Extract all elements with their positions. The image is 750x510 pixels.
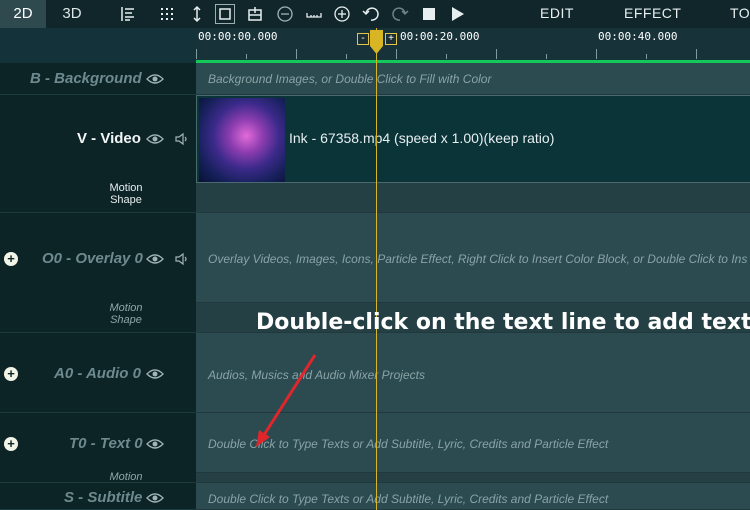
ruler-tick: [246, 54, 247, 59]
speaker-icon[interactable]: [174, 252, 188, 266]
annotation-text: Double-click on the text line to add tex…: [256, 310, 750, 335]
ruler-tick: [196, 49, 197, 59]
zoom-out-icon[interactable]: [275, 4, 295, 24]
track-head-text[interactable]: + T0 - Text 0 Motion: [0, 413, 196, 483]
ruler-label: 00:00:20.000: [400, 30, 480, 43]
track-head-audio[interactable]: + A0 - Audio 0: [0, 333, 196, 413]
track-title: T0 - Text 0: [69, 435, 143, 452]
ruler-label: 00:00:40.000: [598, 30, 678, 43]
ruler-tick: [296, 49, 297, 59]
stop-icon[interactable]: [419, 4, 439, 24]
tab-2d[interactable]: 2D: [0, 0, 46, 28]
track-head-subtitle[interactable]: S - Subtitle: [0, 483, 196, 510]
toolbar: 2D 3D EDIT EFFECT TO: [0, 0, 750, 28]
track-head-background[interactable]: B - Background: [0, 63, 196, 95]
lane-subtitle[interactable]: Double Click to Type Texts or Add Subtit…: [196, 483, 750, 510]
menu-effect[interactable]: EFFECT: [624, 0, 681, 26]
lane-hint: Background Images, or Double Click to Fi…: [208, 72, 492, 86]
track-heads: B - Background V - Video Motion Shape + …: [0, 63, 196, 510]
undo-icon[interactable]: [361, 4, 381, 24]
menu-edit[interactable]: EDIT: [540, 0, 574, 26]
clip-thumbnail: [199, 98, 285, 182]
fit-icon[interactable]: [304, 4, 324, 24]
ruler-tick: [346, 54, 347, 59]
align-icon[interactable]: [118, 4, 138, 24]
playhead-handle[interactable]: [370, 30, 383, 54]
track-title: O0 - Overlay 0: [42, 250, 143, 267]
snapshot-icon[interactable]: [245, 4, 265, 24]
motion-shape-label[interactable]: Motion Shape: [96, 302, 156, 326]
eye-icon[interactable]: [146, 132, 164, 146]
lane-background[interactable]: Background Images, or Double Click to Fi…: [196, 63, 750, 95]
lane-hint: Double Click to Type Texts or Add Subtit…: [208, 492, 609, 506]
redo-icon[interactable]: [390, 4, 410, 24]
playhead-line[interactable]: [376, 28, 377, 510]
motion-shape-label[interactable]: Motion Shape: [96, 182, 156, 206]
eye-icon[interactable]: [146, 252, 164, 266]
ruler-label: 00:00:00.000: [198, 30, 278, 43]
ruler-tick: [596, 49, 597, 59]
ruler-tick: [646, 54, 647, 59]
eye-icon[interactable]: [146, 72, 164, 86]
eye-icon[interactable]: [146, 367, 164, 381]
track-header-spacer: [0, 28, 196, 63]
annotation-arrow: [256, 354, 317, 447]
zoom-minus-button[interactable]: -: [357, 33, 369, 45]
eye-icon[interactable]: [146, 491, 164, 505]
eye-icon[interactable]: [146, 437, 164, 451]
crop-icon[interactable]: [215, 4, 235, 24]
menu-tools[interactable]: TO: [730, 0, 750, 26]
clip-label: Ink - 67358.mp4 (speed x 1.00)(keep rati…: [289, 130, 555, 146]
track-title: B - Background: [30, 70, 142, 87]
track-head-overlay[interactable]: + O0 - Overlay 0 Motion Shape: [0, 213, 196, 333]
lane-overlay[interactable]: Overlay Videos, Images, Icons, Particle …: [196, 213, 750, 303]
motion-label[interactable]: Motion: [96, 471, 156, 483]
video-editor-window: 2D 3D EDIT EFFECT TO 00:00:00.000 00:00:…: [0, 0, 750, 510]
grid-icon[interactable]: [158, 4, 178, 24]
zoom-plus-button[interactable]: +: [385, 33, 397, 45]
add-track-icon[interactable]: +: [4, 367, 18, 381]
ruler-tick: [496, 49, 497, 59]
add-track-icon[interactable]: +: [4, 437, 18, 451]
speaker-icon[interactable]: [174, 132, 188, 146]
vertical-resize-icon[interactable]: [187, 4, 207, 24]
ruler-tick: [396, 49, 397, 59]
video-clip[interactable]: Ink - 67358.mp4 (speed x 1.00)(keep rati…: [196, 95, 750, 183]
track-title: V - Video: [77, 130, 141, 147]
ruler-tick: [546, 54, 547, 59]
tab-3d[interactable]: 3D: [48, 0, 96, 28]
track-head-video[interactable]: V - Video Motion Shape: [0, 95, 196, 213]
lane-hint: Overlay Videos, Images, Icons, Particle …: [208, 252, 748, 266]
ruler-tick: [446, 54, 447, 59]
lane-video-motion[interactable]: [196, 183, 750, 213]
track-title: S - Subtitle: [64, 489, 143, 506]
add-track-icon[interactable]: +: [4, 252, 18, 266]
track-title: A0 - Audio 0: [54, 365, 141, 382]
lane-text-motion[interactable]: [196, 473, 750, 483]
timeline-ruler[interactable]: 00:00:00.000 00:00:20.000 00:00:40.000: [196, 28, 750, 63]
ruler-tick: [696, 49, 697, 59]
zoom-in-icon[interactable]: [332, 4, 352, 24]
play-icon[interactable]: [447, 4, 467, 24]
